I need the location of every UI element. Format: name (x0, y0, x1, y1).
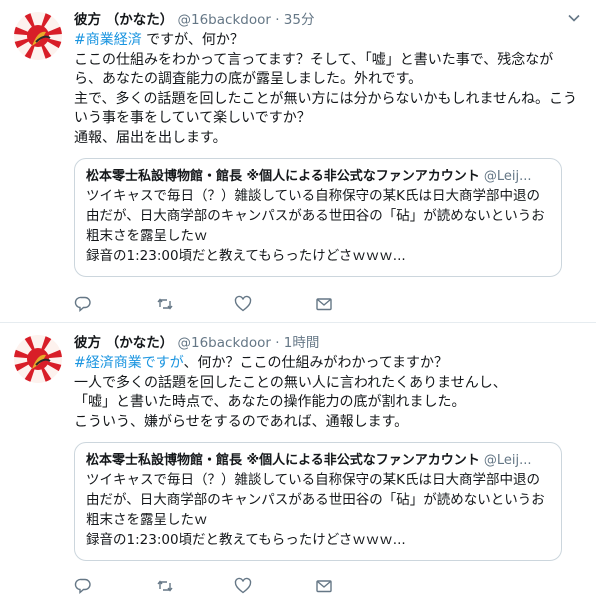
quoted-user-handle: @Leij... (483, 169, 532, 184)
quoted-text-line: ツイキャスで毎日（？）雑談している自称保守の某K氏は日大商学部中退の (86, 472, 540, 488)
rising-sun-avatar-icon (14, 12, 62, 60)
tweet-text-line: いう事を事をしていて楽しいですか？ (74, 110, 311, 126)
quoted-text-line: 録音の1:23:00頃だと教えてもらったけどさｗｗｗ... (86, 532, 406, 548)
quoted-text-line: 粗末さを露呈したｗ (86, 228, 208, 244)
tweet-text-line: 「嘘」と書いた時点で、あなたの操作能力の底が割れました。 (74, 394, 466, 410)
tweet-text-line: ですが、何か？ (141, 32, 244, 48)
retweet-icon[interactable] (156, 577, 176, 597)
quoted-tweet-text: ツイキャスで毎日（？）雑談している自称保守の某K氏は日大商学部中退の 由だが、日… (86, 186, 551, 266)
quoted-display-name: 松本零士私設博物館・館長 ※個人による非公式なファンアカウント (86, 453, 480, 468)
tweet-content: 彼方 （かなた） @16backdoor · 35分 #商業経済 ですが、何か？… (74, 10, 584, 277)
avatar[interactable] (14, 12, 62, 60)
avatar[interactable] (14, 335, 62, 383)
display-name[interactable]: 彼方 （かなた） (74, 12, 173, 28)
quoted-text-line: ツイキャスで毎日（？）雑談している自称保守の某K氏は日大商学部中退の (86, 188, 540, 204)
quoted-tweet-text: ツイキャスで毎日（？）雑談している自称保守の某K氏は日大商学部中退の 由だが、日… (86, 470, 551, 550)
tweet-text-line: 通報、届出を出します。 (74, 129, 227, 146)
hashtag-link[interactable]: #商業経済 (74, 32, 142, 48)
tweet-header: 彼方 （かなた） @16backdoor · 35分 (74, 10, 584, 30)
quoted-tweet[interactable]: 松本零士私設博物館・館長 ※個人による非公式なファンアカウント @Leij...… (74, 442, 562, 561)
retweet-icon[interactable] (156, 295, 176, 315)
tweet-text-line: 、何か？ここの仕組みがわかってますか？ (183, 355, 449, 371)
quoted-text-line: 粗末さを露呈したｗ (86, 512, 208, 528)
quoted-tweet[interactable]: 松本零士私設博物館・館長 ※個人による非公式なファンアカウント @Leij...… (74, 158, 562, 277)
user-handle[interactable]: @16backdoor (178, 12, 271, 28)
user-handle[interactable]: @16backdoor (178, 335, 271, 351)
envelope-icon[interactable] (315, 577, 335, 597)
tweet-text-line: 一人で多くの話題を回したことの無い人に言われたくありませんし、 (74, 374, 507, 391)
tweet-text-line: ら、あなたの調査能力の底が露呈しました。外れです。 (74, 71, 423, 87)
tweet[interactable]: 彼方 （かなた） @16backdoor · 35分 #商業経済 ですが、何か？… (0, 0, 596, 323)
quoted-tweet-header: 松本零士私設博物館・館長 ※個人による非公式なファンアカウント @Leij... (86, 451, 551, 470)
quoted-display-name: 松本零士私設博物館・館長 ※個人による非公式なファンアカウント (86, 169, 480, 184)
quoted-text-line: 録音の1:23:00頃だと教えてもらったけどさｗｗｗ... (86, 248, 406, 264)
quoted-tweet-header: 松本零士私設博物館・館長 ※個人による非公式なファンアカウント @Leij... (86, 167, 551, 186)
tweet-header: 彼方 （かなた） @16backdoor · 1時間 (74, 333, 584, 353)
tweet-text: #商業経済 ですが、何か？ ここの仕組みをわかって言ってます？そして、「嘘」と書… (74, 31, 584, 148)
tweet-text: #経済商業ですが、何か？ここの仕組みがわかってますか？ 一人で多くの話題を回した… (74, 354, 584, 432)
quoted-user-handle: @Leij... (483, 453, 532, 468)
timestamp[interactable]: 1時間 (284, 335, 320, 351)
tweet-text-line: 主で、多くの話題を回したことが無い方には分からないかもしれませんね。こう (74, 90, 578, 107)
quoted-text-line: 由だが、日大商学部のキャンパスがある世田谷の「砧」が読めないというお (86, 492, 545, 508)
heart-icon[interactable] (234, 577, 254, 597)
chevron-down-icon[interactable] (566, 10, 582, 26)
tweet[interactable]: 彼方 （かなた） @16backdoor · 1時間 #経済商業ですが、何か？こ… (0, 323, 596, 609)
display-name[interactable]: 彼方 （かなた） (74, 335, 173, 351)
reply-icon[interactable] (74, 295, 94, 315)
tweet-content: 彼方 （かなた） @16backdoor · 1時間 #経済商業ですが、何か？こ… (74, 333, 584, 561)
tweet-text-line: こういう、嫌がらせをするのであれば、通報します。 (74, 413, 409, 430)
separator-dot: · (275, 335, 280, 351)
separator-dot: · (275, 12, 280, 28)
heart-icon[interactable] (234, 295, 254, 315)
reply-icon[interactable] (74, 577, 94, 597)
hashtag-link[interactable]: #経済商業ですが (74, 355, 183, 371)
tweet-text-line: ここの仕組みをわかって言ってます？そして、「嘘」と書いた事で、残念なが (74, 51, 554, 68)
envelope-icon[interactable] (315, 295, 335, 315)
quoted-text-line: 由だが、日大商学部のキャンパスがある世田谷の「砧」が読めないというお (86, 208, 545, 224)
rising-sun-avatar-icon (14, 335, 62, 383)
timestamp[interactable]: 35分 (284, 12, 315, 28)
